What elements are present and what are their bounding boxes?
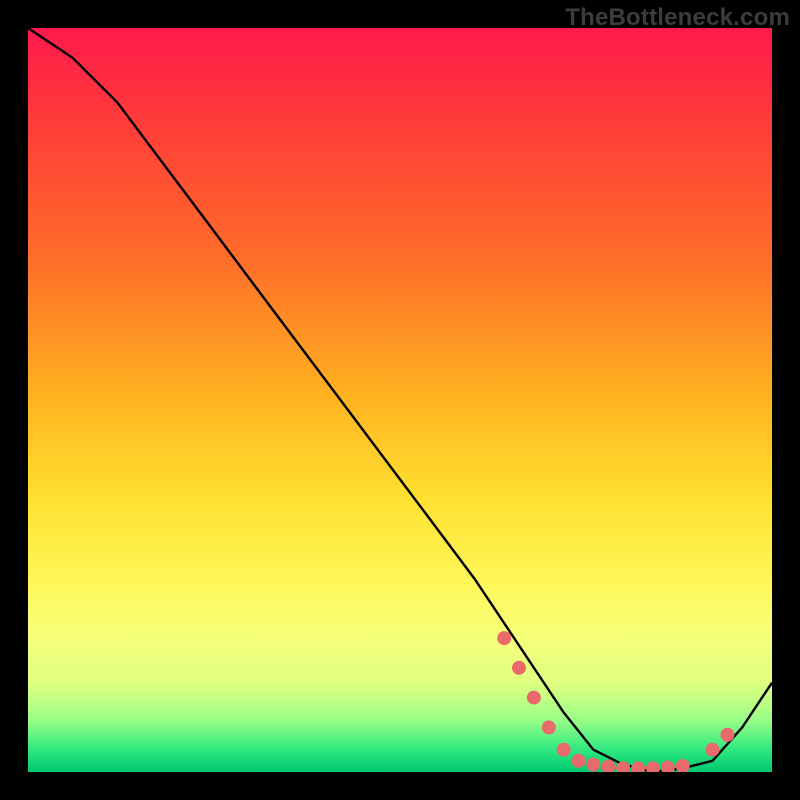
bottleneck-curve	[28, 28, 772, 772]
highlight-dot	[601, 760, 615, 772]
highlight-dot	[676, 759, 690, 772]
highlight-dot	[586, 758, 600, 772]
highlight-dot	[720, 728, 734, 742]
highlight-dot	[646, 761, 660, 772]
highlight-dot	[631, 761, 645, 772]
chart-frame: TheBottleneck.com	[0, 0, 800, 800]
curve-layer	[28, 28, 772, 772]
highlight-dot	[527, 691, 541, 705]
highlight-dot	[497, 631, 511, 645]
highlight-dot	[512, 661, 526, 675]
highlight-dot	[661, 761, 675, 773]
highlight-dot	[557, 743, 571, 757]
highlight-dot	[706, 743, 720, 757]
plot-area	[28, 28, 772, 772]
watermark-text: TheBottleneck.com	[565, 4, 790, 32]
highlight-dots	[497, 631, 734, 772]
highlight-dot	[572, 754, 586, 768]
highlight-dot	[542, 720, 556, 734]
